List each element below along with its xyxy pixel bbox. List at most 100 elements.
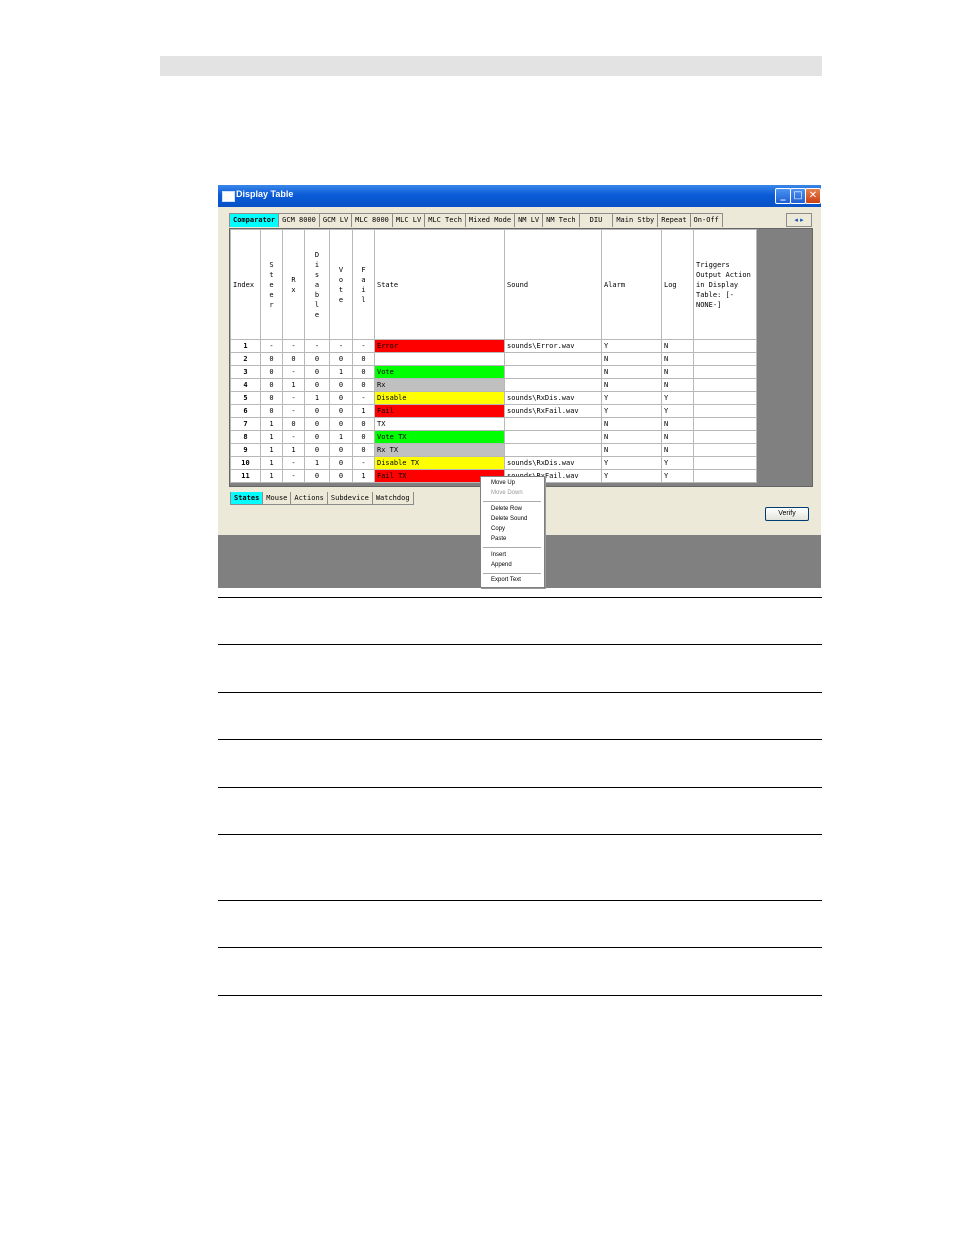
- cell-triggers[interactable]: [693, 417, 757, 431]
- cell-fail[interactable]: 0: [352, 352, 375, 366]
- cell-triggers[interactable]: [693, 378, 757, 392]
- tab-main-stby[interactable]: Main Stby: [612, 213, 659, 227]
- cell-state[interactable]: Disable: [374, 391, 505, 405]
- cell-rx[interactable]: 0: [282, 417, 305, 431]
- menu-item-delete-sound[interactable]: Delete Sound: [491, 516, 527, 522]
- cell-log[interactable]: N: [661, 443, 694, 457]
- menu-item-export-text[interactable]: Export Text: [491, 577, 521, 583]
- table-row[interactable]: 6 0-0 0 1 Fail sounds\RxFail.wav Y Y: [230, 404, 757, 418]
- tab-subdevice[interactable]: Subdevice: [326, 492, 373, 505]
- cell-vote[interactable]: 0: [329, 443, 353, 457]
- cell-log[interactable]: N: [661, 339, 694, 353]
- cell-log[interactable]: N: [661, 365, 694, 379]
- cell-rx[interactable]: -: [282, 339, 305, 353]
- cell-disable[interactable]: 1: [304, 456, 330, 470]
- table-row[interactable]: 1- - - - - Error sounds\Error.wav Y N: [230, 339, 757, 353]
- tab-gcm-lv[interactable]: GCM LV: [318, 213, 353, 227]
- cell-steer[interactable]: 1: [260, 469, 283, 483]
- cell-steer[interactable]: 0: [260, 365, 283, 379]
- table-row[interactable]: 9 1 1 0 0 0 Rx TX N N: [230, 443, 757, 457]
- cell-triggers[interactable]: [693, 456, 757, 470]
- cell-rx[interactable]: 1: [282, 443, 305, 457]
- cell-fail[interactable]: 0: [352, 365, 375, 379]
- cell-alarm[interactable]: Y: [601, 391, 662, 405]
- cell-rx[interactable]: -: [282, 469, 305, 483]
- menu-item-move-up[interactable]: Move Up: [491, 480, 515, 486]
- cell-sound[interactable]: [504, 430, 602, 444]
- cell-disable[interactable]: 0: [304, 443, 330, 457]
- cell-index[interactable]: 2: [230, 352, 261, 366]
- column-header-triggers[interactable]: Triggers Output Action in Display Table:…: [693, 229, 757, 340]
- cell-rx[interactable]: -: [282, 456, 305, 470]
- cell-disable[interactable]: 0: [304, 352, 330, 366]
- cell-index[interactable]: 7: [230, 417, 261, 431]
- column-header-log[interactable]: Log: [661, 229, 694, 340]
- cell-triggers[interactable]: [693, 469, 757, 483]
- cell-alarm[interactable]: Y: [601, 456, 662, 470]
- tab-mouse[interactable]: Mouse: [262, 492, 292, 505]
- cell-disable[interactable]: 0: [304, 430, 330, 444]
- cell-state[interactable]: Vote TX: [374, 430, 505, 444]
- tab-comparator[interactable]: Comparator: [229, 213, 280, 227]
- cell-index[interactable]: 10: [230, 456, 261, 470]
- cell-disable[interactable]: 0: [304, 469, 330, 483]
- cell-fail[interactable]: -: [352, 339, 375, 353]
- cell-alarm[interactable]: N: [601, 443, 662, 457]
- table-row[interactable]: 10 1-1 0- Disable TX sounds\RxDis.wav Y Y: [230, 456, 757, 470]
- cell-log[interactable]: Y: [661, 469, 694, 483]
- table-row[interactable]: 4 0 1 0 0 0 Rx N N: [230, 378, 757, 392]
- tab-scroll-arrows[interactable]: ◂ ▸: [786, 213, 812, 227]
- column-header-fail[interactable]: Fail: [352, 229, 375, 340]
- cell-fail[interactable]: -: [352, 391, 375, 405]
- cell-fail[interactable]: 0: [352, 430, 375, 444]
- tab-mlc-8000[interactable]: MLC 8000: [351, 213, 393, 227]
- cell-vote[interactable]: 1: [329, 365, 353, 379]
- cell-state[interactable]: Rx TX: [374, 443, 505, 457]
- cell-index[interactable]: 8: [230, 430, 261, 444]
- cell-vote[interactable]: 0: [329, 404, 353, 418]
- cell-state[interactable]: Vote: [374, 365, 505, 379]
- cell-vote[interactable]: 1: [329, 430, 353, 444]
- cell-alarm[interactable]: N: [601, 378, 662, 392]
- cell-sound[interactable]: sounds\RxFail.wav: [504, 404, 602, 418]
- cell-sound[interactable]: [504, 365, 602, 379]
- tab-repeat[interactable]: Repeat: [657, 213, 691, 227]
- menu-item-insert[interactable]: Insert: [491, 552, 506, 558]
- cell-alarm[interactable]: Y: [601, 469, 662, 483]
- cell-triggers[interactable]: [693, 391, 757, 405]
- column-header-alarm[interactable]: Alarm: [601, 229, 662, 340]
- cell-vote[interactable]: 0: [329, 417, 353, 431]
- cell-fail[interactable]: 0: [352, 417, 375, 431]
- cell-log[interactable]: Y: [661, 391, 694, 405]
- cell-steer[interactable]: 1: [260, 417, 283, 431]
- cell-disable[interactable]: 0: [304, 378, 330, 392]
- tab-states[interactable]: States: [230, 492, 264, 505]
- tab-mlc-lv[interactable]: MLC LV: [391, 213, 426, 227]
- cell-log[interactable]: N: [661, 352, 694, 366]
- tab-actions[interactable]: Actions: [290, 492, 328, 505]
- cell-index[interactable]: 6: [230, 404, 261, 418]
- cell-index[interactable]: 3: [230, 365, 261, 379]
- cell-alarm[interactable]: N: [601, 417, 662, 431]
- cell-steer[interactable]: 0: [260, 404, 283, 418]
- cell-log[interactable]: Y: [661, 404, 694, 418]
- cell-sound[interactable]: sounds\RxDis.wav: [504, 391, 602, 405]
- tab-nm-lv[interactable]: NM LV: [514, 213, 544, 227]
- column-header-rx[interactable]: Rx: [282, 229, 305, 340]
- cell-index[interactable]: 1: [230, 339, 261, 353]
- cell-disable[interactable]: 0: [304, 417, 330, 431]
- cell-triggers[interactable]: [693, 443, 757, 457]
- cell-index[interactable]: 5: [230, 391, 261, 405]
- cell-triggers[interactable]: [693, 365, 757, 379]
- cell-log[interactable]: N: [661, 417, 694, 431]
- maximize-button[interactable]: □: [790, 188, 806, 204]
- tab-mlc-tech[interactable]: MLC Tech: [424, 213, 466, 227]
- cell-triggers[interactable]: [693, 404, 757, 418]
- cell-disable[interactable]: 1: [304, 391, 330, 405]
- cell-log[interactable]: Y: [661, 456, 694, 470]
- cell-vote[interactable]: 0: [329, 469, 353, 483]
- cell-sound[interactable]: [504, 352, 602, 366]
- minimize-button[interactable]: _: [775, 188, 791, 204]
- cell-state[interactable]: Disable TX: [374, 456, 505, 470]
- column-header-state[interactable]: State: [374, 229, 505, 340]
